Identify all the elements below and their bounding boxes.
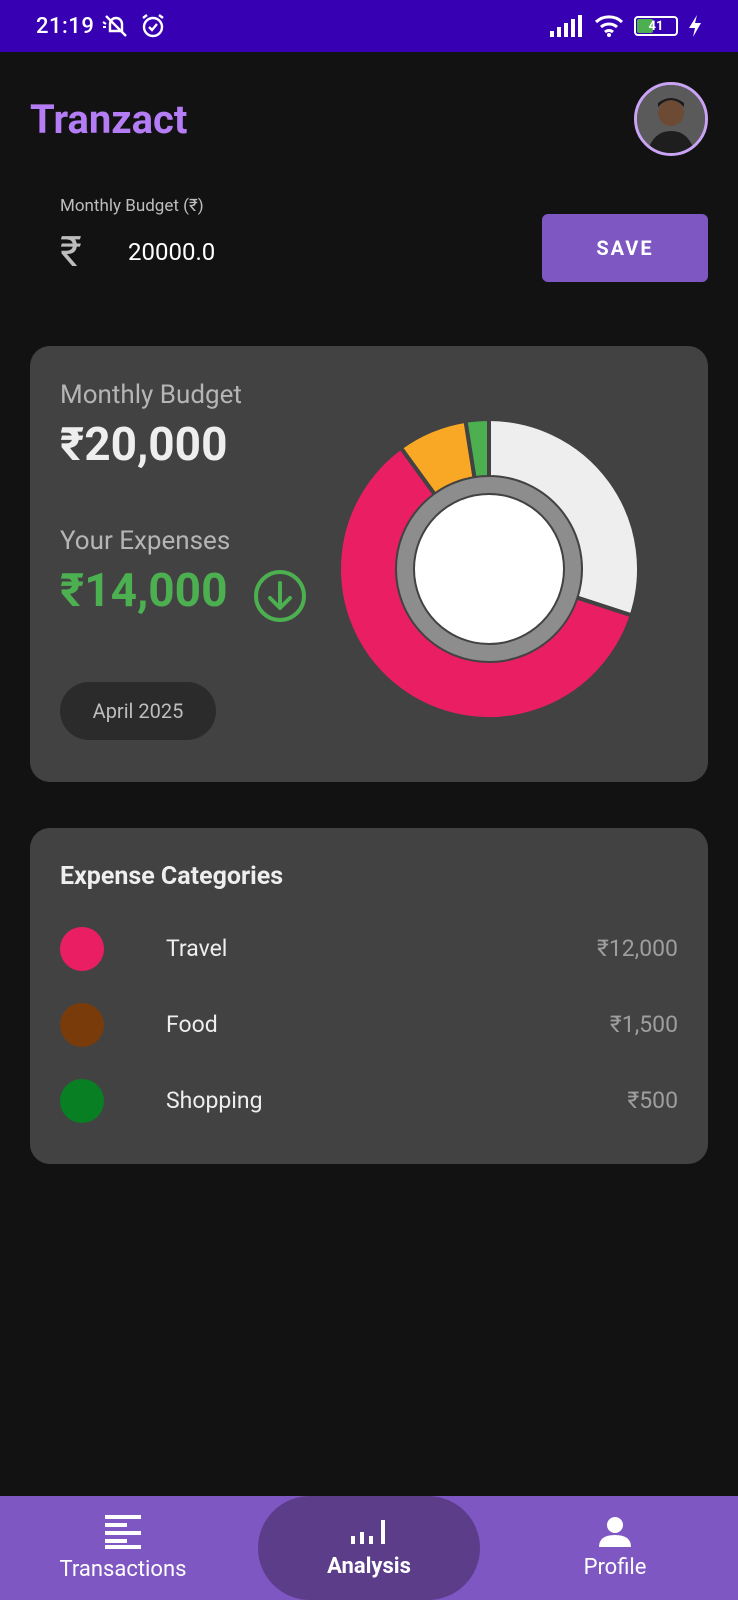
- nav-label: Profile: [583, 1554, 647, 1580]
- battery-level: 41: [648, 18, 664, 34]
- expense-donut-chart: [337, 416, 641, 721]
- list-icon: [105, 1514, 141, 1549]
- category-row-travel[interactable]: Travel ₹12,000: [60, 924, 678, 974]
- avatar-photo-icon: [637, 85, 705, 153]
- nav-transactions[interactable]: Transactions: [0, 1496, 246, 1600]
- category-color-dot: [60, 1003, 104, 1047]
- category-amount: ₹1,500: [609, 1011, 678, 1038]
- category-amount: ₹12,000: [596, 935, 678, 962]
- app-title: Tranzact: [30, 96, 188, 143]
- category-name: Food: [166, 1011, 218, 1038]
- arrow-down-circle-icon: [254, 570, 306, 622]
- monthly-budget-field[interactable]: Monthly Budget (₹) ₹ 20000.0: [30, 186, 520, 296]
- category-row-food[interactable]: Food ₹1,500: [60, 1000, 678, 1050]
- monthly-budget-value: ₹20,000: [60, 418, 228, 472]
- category-name: Travel: [166, 935, 228, 962]
- person-icon: [599, 1516, 631, 1547]
- bar-chart-icon: [351, 1519, 385, 1544]
- nav-profile[interactable]: Profile: [492, 1496, 738, 1600]
- avatar[interactable]: [634, 82, 708, 156]
- budget-field-label: Monthly Budget (₹): [60, 196, 204, 216]
- budget-input[interactable]: 20000.0: [128, 238, 215, 266]
- nav-label: Analysis: [327, 1553, 411, 1579]
- category-color-dot: [60, 927, 104, 971]
- monthly-budget-label: Monthly Budget: [60, 380, 242, 410]
- alarm-icon: [142, 14, 165, 38]
- rupee-icon: ₹: [60, 228, 82, 277]
- status-time: 21:19: [36, 13, 95, 39]
- status-bar: 21:19 41: [0, 0, 738, 52]
- wifi-icon: [594, 15, 624, 37]
- expense-categories-card: Expense Categories Travel ₹12,000 Food ₹…: [30, 828, 708, 1164]
- save-button[interactable]: SAVE: [542, 214, 708, 282]
- category-color-dot: [60, 1079, 104, 1123]
- category-name: Shopping: [166, 1087, 263, 1114]
- month-selector[interactable]: April 2025: [60, 682, 216, 740]
- budget-summary-card: Monthly Budget ₹20,000 Your Expenses ₹14…: [30, 346, 708, 782]
- battery-indicator: 41: [634, 16, 678, 36]
- category-amount: ₹500: [627, 1087, 678, 1114]
- expenses-label: Your Expenses: [60, 526, 231, 556]
- categories-title: Expense Categories: [60, 862, 284, 891]
- charging-icon: [689, 15, 701, 37]
- bottom-navigation: Transactions Analysis Profile: [0, 1496, 738, 1600]
- notifications-off-icon: [102, 15, 128, 37]
- donut-center: [415, 495, 563, 643]
- category-row-shopping[interactable]: Shopping ₹500: [60, 1076, 678, 1126]
- signal-icon: [550, 15, 582, 37]
- expenses-value: ₹14,000: [60, 564, 228, 618]
- nav-label: Transactions: [59, 1556, 187, 1582]
- nav-analysis[interactable]: Analysis: [258, 1496, 480, 1600]
